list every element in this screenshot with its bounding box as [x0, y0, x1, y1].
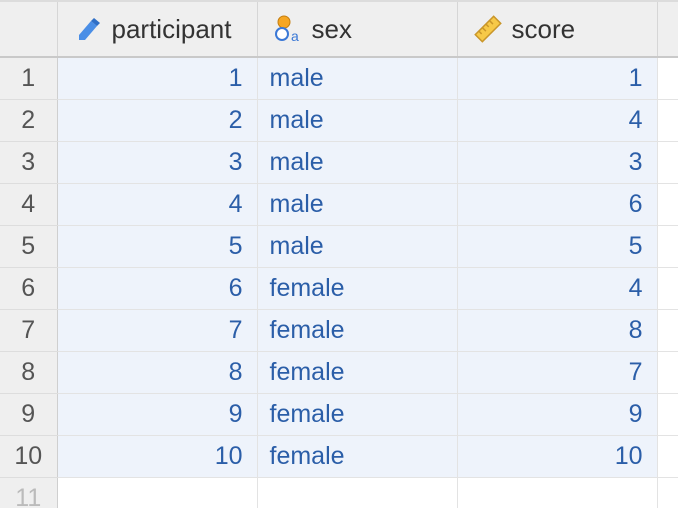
cell-participant[interactable]: 6 [57, 267, 258, 310]
nominal-variable-icon: a [272, 13, 304, 45]
cell-score[interactable]: 5 [457, 225, 658, 268]
cell-empty[interactable] [657, 57, 678, 100]
row-number[interactable]: 2 [0, 99, 58, 142]
cell-empty[interactable] [657, 99, 678, 142]
table-row-empty: 11 [0, 477, 678, 508]
cell-participant[interactable]: 4 [57, 183, 258, 226]
cell-participant[interactable]: 1 [57, 57, 258, 100]
column-header-label: participant [111, 13, 232, 44]
cell-sex[interactable]: female [257, 393, 458, 436]
cell-sex[interactable]: male [257, 141, 458, 184]
cell-participant[interactable] [57, 477, 258, 508]
cell-participant[interactable]: 7 [57, 309, 258, 352]
table-row: 4 4 male 6 [0, 183, 678, 226]
svg-text:a: a [291, 28, 299, 44]
cell-sex[interactable] [257, 477, 458, 508]
cell-sex[interactable]: male [257, 57, 458, 100]
column-header-empty[interactable] [657, 0, 678, 58]
data-table: participant a sex score 1 1 male 1 2 2 m… [0, 0, 678, 508]
cell-score[interactable]: 4 [457, 99, 658, 142]
cell-score[interactable]: 8 [457, 309, 658, 352]
column-header-sex[interactable]: a sex [257, 0, 458, 58]
cell-empty[interactable] [657, 393, 678, 436]
ruler-icon [472, 13, 504, 45]
cell-participant[interactable]: 10 [57, 435, 258, 478]
cell-score[interactable]: 9 [457, 393, 658, 436]
corner-cell[interactable] [0, 0, 58, 58]
row-number[interactable]: 7 [0, 309, 58, 352]
cell-participant[interactable]: 5 [57, 225, 258, 268]
pencil-icon [72, 13, 104, 45]
cell-sex[interactable]: female [257, 435, 458, 478]
table-row: 3 3 male 3 [0, 141, 678, 184]
cell-participant[interactable]: 3 [57, 141, 258, 184]
table-row: 1 1 male 1 [0, 57, 678, 100]
cell-score[interactable] [457, 477, 658, 508]
row-number[interactable]: 8 [0, 351, 58, 394]
column-header-label: sex [311, 13, 352, 44]
table-row: 6 6 female 4 [0, 267, 678, 310]
table-row: 2 2 male 4 [0, 99, 678, 142]
row-number[interactable]: 4 [0, 183, 58, 226]
cell-sex[interactable]: male [257, 99, 458, 142]
cell-empty[interactable] [657, 477, 678, 508]
table-row: 9 9 female 9 [0, 393, 678, 436]
cell-sex[interactable]: male [257, 225, 458, 268]
row-number[interactable]: 3 [0, 141, 58, 184]
table-row: 8 8 female 7 [0, 351, 678, 394]
cell-participant[interactable]: 8 [57, 351, 258, 394]
cell-sex[interactable]: female [257, 309, 458, 352]
row-number[interactable]: 10 [0, 435, 58, 478]
table-row: 5 5 male 5 [0, 225, 678, 268]
cell-empty[interactable] [657, 183, 678, 226]
column-header-label: score [511, 13, 576, 44]
cell-empty[interactable] [657, 267, 678, 310]
cell-score[interactable]: 3 [457, 141, 658, 184]
cell-score[interactable]: 6 [457, 183, 658, 226]
row-number[interactable]: 1 [0, 57, 58, 100]
table-row: 7 7 female 8 [0, 309, 678, 352]
cell-participant[interactable]: 2 [57, 99, 258, 142]
cell-sex[interactable]: male [257, 183, 458, 226]
row-number[interactable]: 5 [0, 225, 58, 268]
cell-empty[interactable] [657, 351, 678, 394]
table-row: 10 10 female 10 [0, 435, 678, 478]
row-number[interactable]: 9 [0, 393, 58, 436]
cell-score[interactable]: 10 [457, 435, 658, 478]
cell-empty[interactable] [657, 309, 678, 352]
cell-participant[interactable]: 9 [57, 393, 258, 436]
column-header-score[interactable]: score [457, 0, 658, 58]
cell-sex[interactable]: female [257, 267, 458, 310]
row-number[interactable]: 11 [0, 477, 58, 508]
column-header-participant[interactable]: participant [57, 0, 258, 58]
row-number[interactable]: 6 [0, 267, 58, 310]
cell-empty[interactable] [657, 141, 678, 184]
cell-empty[interactable] [657, 435, 678, 478]
cell-score[interactable]: 7 [457, 351, 658, 394]
cell-sex[interactable]: female [257, 351, 458, 394]
cell-score[interactable]: 4 [457, 267, 658, 310]
cell-score[interactable]: 1 [457, 57, 658, 100]
header-row: participant a sex score [0, 0, 678, 58]
data-spreadsheet: participant a sex score 1 1 male 1 2 2 m… [0, 0, 678, 508]
cell-empty[interactable] [657, 225, 678, 268]
table-body: 1 1 male 1 2 2 male 4 3 3 male 3 4 4 male 6 5 5 male 5 6 6 fem… [0, 57, 678, 508]
